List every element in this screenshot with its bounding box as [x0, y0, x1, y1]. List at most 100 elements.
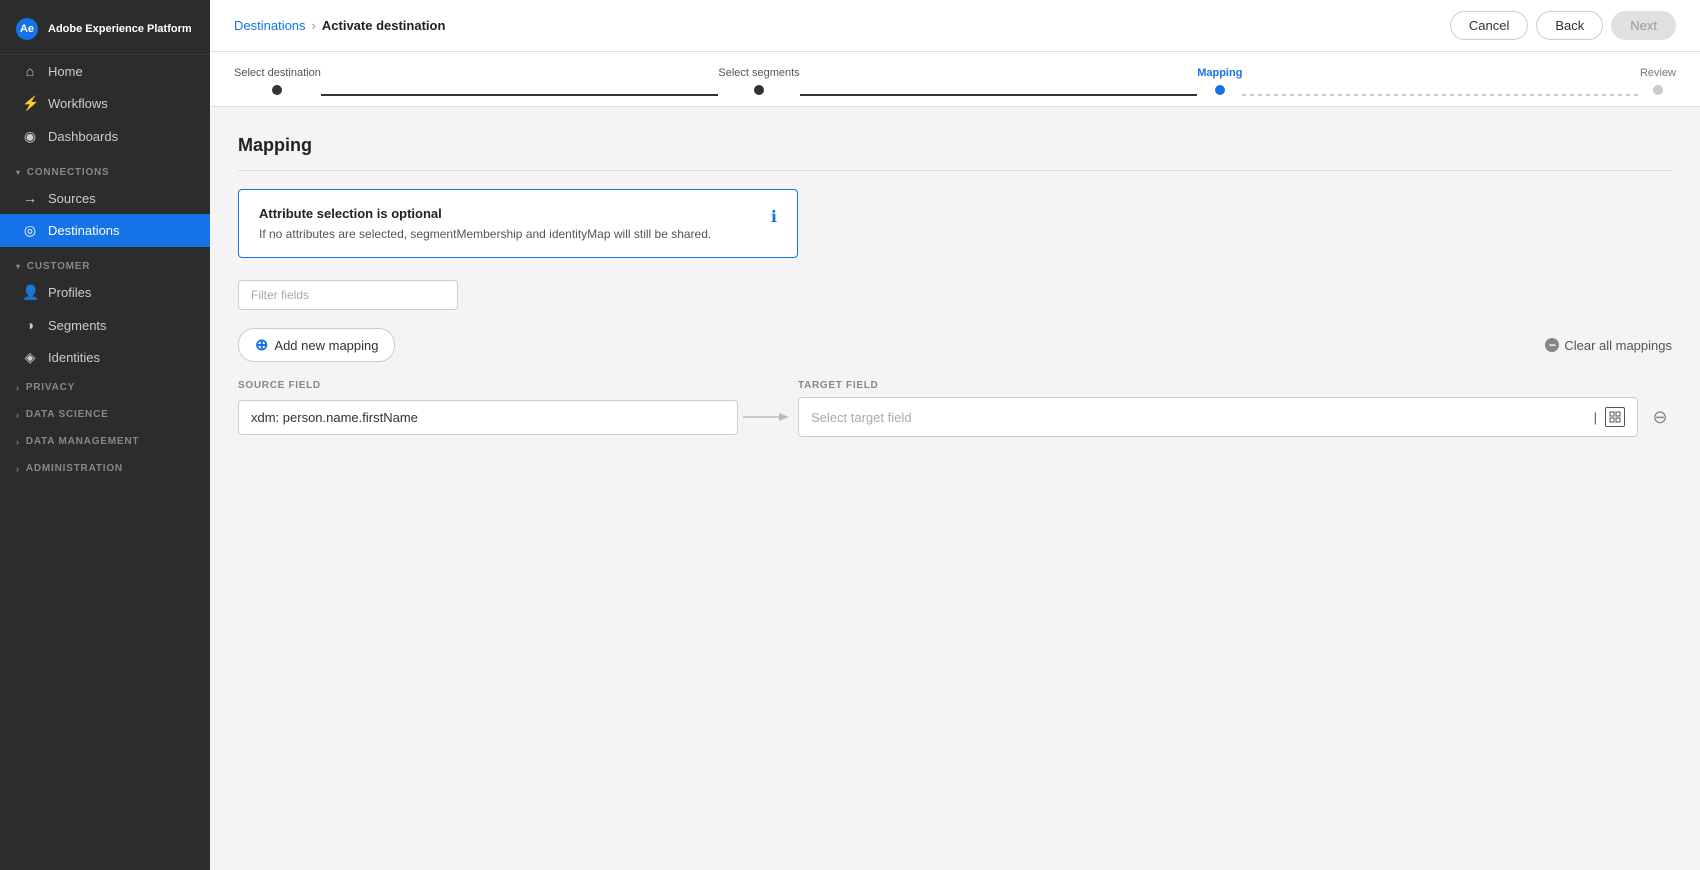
data-science-expand-icon: › — [16, 410, 20, 420]
source-field-box[interactable]: xdm: person.name.firstName — [238, 400, 738, 435]
step-review: Review — [1640, 67, 1676, 95]
sidebar-item-sources[interactable]: → Sources — [0, 182, 210, 214]
topbar: Destinations › Activate destination Canc… — [210, 0, 1700, 52]
sidebar-item-dashboards[interactable]: ◉ Dashboards — [0, 120, 210, 153]
schema-icon[interactable] — [1605, 407, 1625, 427]
cursor-icon: | — [1594, 410, 1597, 425]
topbar-actions: Cancel Back Next — [1450, 11, 1676, 40]
target-field-icons: | — [1594, 407, 1625, 427]
administration-section[interactable]: › ADMINISTRATION — [0, 455, 210, 482]
info-box-title: Attribute selection is optional — [259, 206, 711, 221]
step-select-destination-dot — [272, 85, 282, 95]
mapping-row: xdm: person.name.firstName Select target… — [238, 397, 1672, 437]
info-box-description: If no attributes are selected, segmentMe… — [259, 227, 711, 241]
data-science-section[interactable]: › DATA SCIENCE — [0, 401, 210, 428]
administration-section-label: ADMINISTRATION — [26, 463, 123, 474]
steps-bar: Select destination Select segments Mappi… — [210, 52, 1700, 107]
plus-icon: ⊕ — [255, 335, 268, 355]
back-button[interactable]: Back — [1536, 11, 1603, 40]
step-line-1 — [321, 94, 719, 96]
sidebar-item-dashboards-label: Dashboards — [48, 129, 118, 144]
privacy-section[interactable]: › PRIVACY — [0, 374, 210, 401]
step-mapping-label: Mapping — [1197, 67, 1242, 79]
sidebar-item-destinations-label: Destinations — [48, 223, 120, 238]
field-headers: SOURCE FIELD TARGET FIELD — [238, 380, 1672, 391]
target-field-box[interactable]: Select target field | — [798, 397, 1638, 437]
connections-section[interactable]: ▾ CONNECTIONS — [0, 153, 210, 182]
connections-section-label: CONNECTIONS — [27, 167, 110, 178]
sidebar-item-segments-label: Segments — [48, 318, 107, 333]
target-field-label: TARGET FIELD — [798, 380, 1672, 391]
adobe-logo-icon: Ae — [16, 18, 38, 40]
page-title: Mapping — [238, 135, 1672, 156]
remove-icon: ⊖ — [1652, 407, 1667, 428]
sources-icon: → — [22, 190, 38, 206]
sidebar-logo-label: Adobe Experience Platform — [48, 23, 192, 35]
add-mapping-button[interactable]: ⊕ Add new mapping — [238, 328, 395, 362]
sidebar-item-profiles-label: Profiles — [48, 285, 91, 300]
connections-chevron-icon: ▾ — [16, 168, 21, 177]
sidebar-item-identities-label: Identities — [48, 350, 100, 365]
target-field-placeholder: Select target field — [811, 410, 911, 425]
add-mapping-label: Add new mapping — [274, 338, 378, 353]
filter-fields-input[interactable] — [238, 280, 458, 310]
data-management-section-label: DATA MANAGEMENT — [26, 436, 139, 447]
profiles-icon: 👤 — [22, 284, 38, 301]
data-management-expand-icon: › — [16, 437, 20, 447]
step-select-segments-label: Select segments — [718, 67, 799, 79]
steps-container: Select destination Select segments Mappi… — [234, 66, 1676, 106]
breadcrumb-current: Activate destination — [322, 18, 446, 33]
sidebar-item-sources-label: Sources — [48, 191, 96, 206]
sidebar-item-profiles[interactable]: 👤 Profiles — [0, 276, 210, 309]
breadcrumb-parent[interactable]: Destinations — [234, 18, 306, 33]
title-divider — [238, 170, 1672, 171]
customer-chevron-icon: ▾ — [16, 262, 21, 271]
next-button: Next — [1611, 11, 1676, 40]
source-field-value: xdm: person.name.firstName — [251, 410, 418, 425]
sidebar-item-segments[interactable]: ◑ Segments — [0, 309, 210, 341]
sidebar: Ae Adobe Experience Platform ⌂ Home ⚡ Wo… — [0, 0, 210, 870]
sidebar-item-home-label: Home — [48, 64, 83, 79]
step-line-3 — [1242, 94, 1640, 96]
customer-section[interactable]: ▾ CUSTOMER — [0, 247, 210, 276]
minus-circle-icon: − — [1545, 338, 1559, 352]
page-content: Mapping Attribute selection is optional … — [210, 107, 1700, 870]
sidebar-item-workflows[interactable]: ⚡ Workflows — [0, 87, 210, 120]
data-management-section[interactable]: › DATA MANAGEMENT — [0, 428, 210, 455]
step-select-destination: Select destination — [234, 67, 321, 95]
breadcrumb: Destinations › Activate destination — [234, 18, 445, 33]
step-mapping-dot — [1215, 85, 1225, 95]
sidebar-logo: Ae Adobe Experience Platform — [0, 0, 210, 55]
step-select-segments-dot — [754, 85, 764, 95]
filter-row — [238, 280, 1672, 310]
identities-icon: ◈ — [22, 349, 38, 366]
dashboards-icon: ◉ — [22, 128, 38, 145]
source-field-label: SOURCE FIELD — [238, 380, 738, 391]
clear-mappings-button[interactable]: − Clear all mappings — [1545, 338, 1672, 353]
cancel-button[interactable]: Cancel — [1450, 11, 1528, 40]
main-area: Destinations › Activate destination Canc… — [210, 0, 1700, 870]
home-icon: ⌂ — [22, 63, 38, 79]
administration-expand-icon: › — [16, 464, 20, 474]
step-review-label: Review — [1640, 67, 1676, 79]
sidebar-item-identities[interactable]: ◈ Identities — [0, 341, 210, 374]
sidebar-item-workflows-label: Workflows — [48, 96, 108, 111]
data-science-section-label: DATA SCIENCE — [26, 409, 109, 420]
sidebar-item-destinations[interactable]: ◎ Destinations — [0, 214, 210, 247]
step-line-2 — [800, 94, 1198, 96]
step-select-destination-label: Select destination — [234, 67, 321, 79]
step-mapping: Mapping — [1197, 67, 1242, 95]
clear-mappings-label: Clear all mappings — [1564, 338, 1672, 353]
remove-mapping-button[interactable]: ⊖ — [1648, 405, 1672, 429]
segments-icon: ◑ — [22, 317, 38, 333]
info-box-content: Attribute selection is optional If no at… — [259, 206, 711, 241]
step-select-segments: Select segments — [718, 67, 799, 95]
arrow-right-icon — [743, 409, 793, 425]
privacy-expand-icon: › — [16, 383, 20, 393]
customer-section-label: CUSTOMER — [27, 261, 90, 272]
sidebar-item-home[interactable]: ⌂ Home — [0, 55, 210, 87]
step-review-dot — [1653, 85, 1663, 95]
mapping-arrow — [738, 409, 798, 425]
info-circle-icon: ℹ — [771, 207, 777, 227]
mapping-actions: ⊕ Add new mapping − Clear all mappings — [238, 328, 1672, 362]
